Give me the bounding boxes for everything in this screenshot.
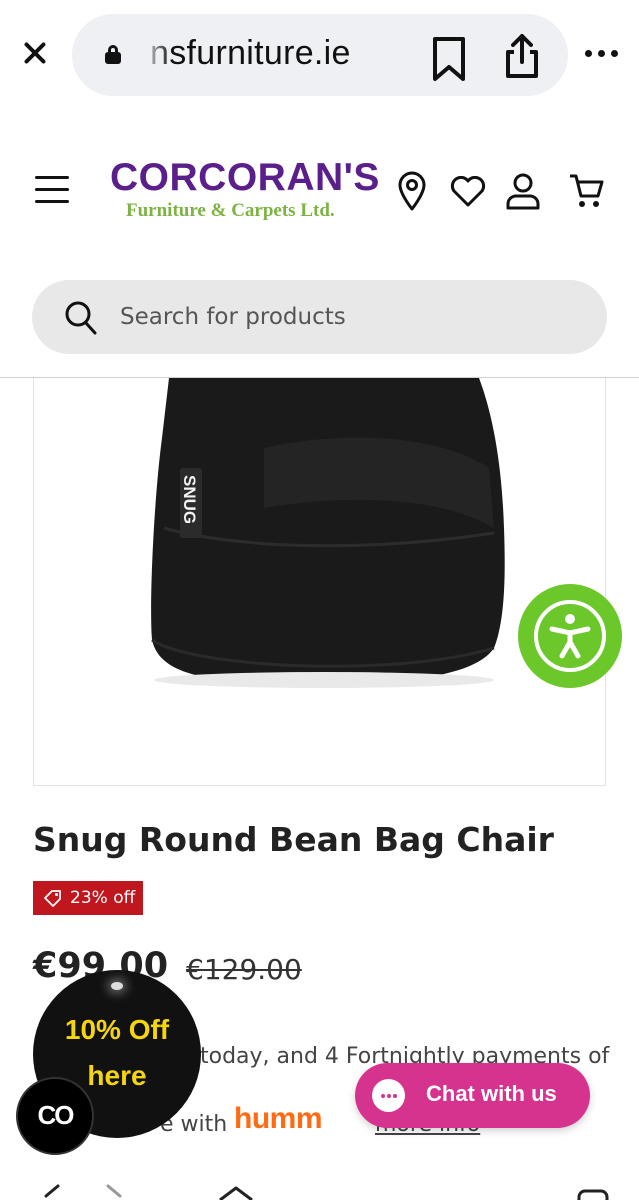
tabs-icon[interactable] [576,1188,610,1200]
tag-icon [44,890,61,907]
bean-bag-image: SNUG [151,378,505,688]
chat-button[interactable]: Chat with us [355,1063,590,1128]
discount-text: 23% off [70,888,136,908]
search-icon [65,301,97,335]
bookmark-icon[interactable] [430,36,468,82]
search-input[interactable] [120,302,580,332]
heart-icon[interactable] [450,176,486,208]
accessibility-icon [549,614,591,659]
chat-label: Chat with us [426,1081,557,1106]
share-icon[interactable] [502,32,542,80]
lock-icon [105,45,121,64]
back-icon[interactable] [34,1182,64,1200]
url-text: nsfurniture.ie [150,34,351,72]
product-image[interactable]: SNUG [33,378,606,786]
accessibility-button[interactable] [518,584,622,688]
close-icon[interactable] [18,36,52,70]
site-header: CORCORAN'S Furniture & Carpets Ltd. [0,110,639,270]
location-pin-icon[interactable] [397,170,427,212]
logo-sub-text: Furniture & Carpets Ltd. [126,200,335,221]
logo[interactable]: CORCORAN'S Furniture & Carpets Ltd. [110,158,380,228]
was-price: €129.00 [186,953,302,986]
search-bar[interactable] [32,280,607,354]
browser-toolbar: nsfurniture.ie [0,0,639,110]
more-dots-icon[interactable] [585,50,621,58]
bottom-toolbar [0,1172,639,1200]
snug-label: SNUG [180,475,199,524]
product-title: Snug Round Bean Bag Chair [33,820,554,859]
co-label: CO [37,1100,75,1130]
forward-icon[interactable] [100,1182,130,1200]
cart-icon[interactable] [568,172,604,210]
promo-title: 10% Off [64,1014,170,1045]
home-icon[interactable] [216,1186,256,1200]
chat-bubble-icon [372,1079,405,1112]
address-bar[interactable]: nsfurniture.ie [72,14,568,96]
user-icon[interactable] [505,172,541,210]
logo-main-text: CORCORAN'S [110,156,380,199]
menu-icon[interactable] [35,176,69,204]
humm-logo: humm [234,1102,323,1135]
co-launcher-button[interactable]: CO [16,1077,94,1155]
discount-badge: 23% off [33,881,143,915]
